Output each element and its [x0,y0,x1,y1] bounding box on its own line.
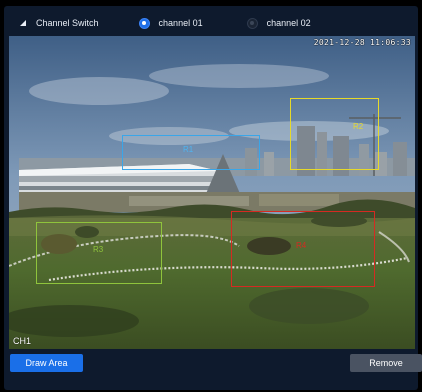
channel-02-label: channel 02 [266,18,311,28]
channel-switch-title: Channel Switch [36,18,99,28]
draw-area-button[interactable]: Draw Area [10,354,83,372]
channel-02-option[interactable]: channel 02 [246,17,311,29]
triangle-collapse-icon[interactable] [18,18,28,28]
remove-button[interactable]: Remove [350,354,422,372]
video-timestamp: 2021-12-28 11:06:33 [313,38,411,47]
region-r2-label: R2 [353,122,364,131]
channel-01-label: channel 01 [158,18,203,28]
region-r1-label: R1 [183,145,194,154]
video-preview[interactable]: 2021-12-28 11:06:33 R1 R2 R3 R4 CH1 [9,36,415,349]
region-r4[interactable]: R4 [231,211,375,287]
camera-scene-image [9,36,415,349]
region-r3-label: R3 [93,245,104,254]
region-r2[interactable]: R2 [290,98,379,170]
region-r1[interactable]: R1 [122,135,260,170]
radio-unchecked-icon[interactable] [246,17,258,29]
channel-01-option[interactable]: channel 01 [138,17,203,29]
radio-checked-icon[interactable] [138,17,150,29]
region-r3[interactable]: R3 [36,222,162,284]
panel-header: Channel Switch channel 01 channel 02 [4,6,418,40]
channel-overlay-label: CH1 [13,336,32,346]
region-r4-label: R4 [296,241,307,250]
